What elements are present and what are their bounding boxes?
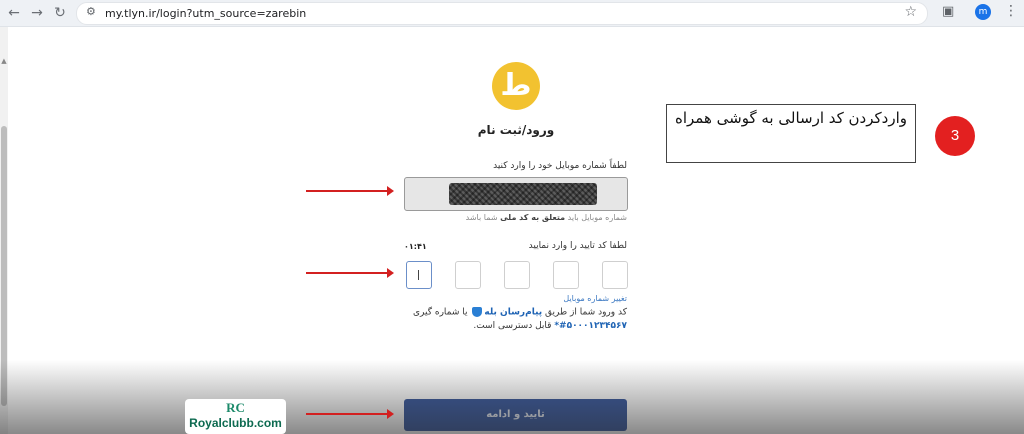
code-digit-input-1[interactable] <box>602 261 628 289</box>
watermark-logo-mark: RC <box>226 400 245 415</box>
red-arrow-submit <box>306 409 394 419</box>
url-text[interactable]: my.tlyn.ir/login?utm_source=zarebin <box>105 7 306 20</box>
sms-suffix: یا شماره گیری <box>412 307 471 318</box>
sms-info-line-1: کد ورود شما از طریق پیام‌رسان بله یا شما… <box>404 307 627 318</box>
red-arrow-phone <box>306 186 394 196</box>
confirm-continue-button[interactable]: تایید و ادامه <box>404 399 627 431</box>
verified-shield-icon <box>472 307 483 317</box>
sms-prefix: کد ورود شما از طریق <box>542 307 627 318</box>
tlyn-logo: ط <box>492 62 540 110</box>
bale-messenger-link[interactable]: پیام‌رسان بله <box>484 308 542 318</box>
instruction-callout: واردکردن کد ارسالی به گوشی همراه <box>666 104 916 163</box>
phone-hint-suffix: شما باشد <box>465 213 501 222</box>
page-title: ورود/ثبت نام <box>477 123 555 137</box>
blurred-phone-number <box>449 183 597 205</box>
royalclubb-watermark: RC Royalclubb.com <box>185 399 286 434</box>
watermark-text: Royalclubb.com <box>189 416 282 430</box>
reload-icon[interactable]: ↻ <box>50 3 70 23</box>
forward-icon[interactable]: → <box>27 3 47 23</box>
code-digit-input-5[interactable] <box>406 261 432 289</box>
callout-text: واردکردن کد ارسالی به گوشی همراه <box>675 109 907 127</box>
scroll-up-arrow-icon[interactable]: ▲ <box>0 57 8 65</box>
ussd-number: #۵۰۰۰۱۲۳۴۵۶۷* <box>554 321 627 331</box>
red-arrow-code <box>306 268 394 278</box>
code-digit-input-3[interactable] <box>504 261 530 289</box>
extensions-icon[interactable]: ▣ <box>942 4 954 19</box>
resend-timer: ۰۱:۴۱ <box>404 242 427 251</box>
address-bar[interactable]: ⚙ my.tlyn.ir/login?utm_source=zarebin ☆ <box>76 2 928 25</box>
bookmark-star-icon[interactable]: ☆ <box>904 4 917 20</box>
sms-info-line-2: #۵۰۰۰۱۲۳۴۵۶۷* قابل دسترسی است. <box>404 321 627 331</box>
phone-input[interactable] <box>404 177 628 211</box>
back-icon[interactable]: ← <box>4 3 24 23</box>
phone-hint-bold: متعلق به کد ملی <box>500 213 566 222</box>
browser-toolbar: ← → ↻ ⚙ my.tlyn.ir/login?utm_source=zare… <box>0 0 1024 27</box>
phone-hint-prefix: شماره موبایل باید <box>565 213 627 222</box>
sms-end: قابل دسترسی است. <box>473 321 555 331</box>
code-label: لطفا کد تایید را وارد نمایید <box>528 241 627 251</box>
phone-hint: شماره موبایل باید متعلق به کد ملی شما با… <box>404 213 627 222</box>
scrollbar-thumb[interactable] <box>1 126 7 406</box>
code-digit-input-2[interactable] <box>553 261 579 289</box>
step-number-badge: 3 <box>935 116 975 156</box>
code-digit-input-4[interactable] <box>455 261 481 289</box>
profile-avatar[interactable]: m <box>975 4 991 20</box>
change-number-link[interactable]: تغییر شماره موبایل <box>527 294 627 303</box>
phone-label: لطفاً شماره موبایل خود را وارد کنید <box>493 161 627 171</box>
site-settings-icon[interactable]: ⚙ <box>86 5 96 18</box>
browser-menu-icon[interactable]: ⋮ <box>1004 3 1018 19</box>
